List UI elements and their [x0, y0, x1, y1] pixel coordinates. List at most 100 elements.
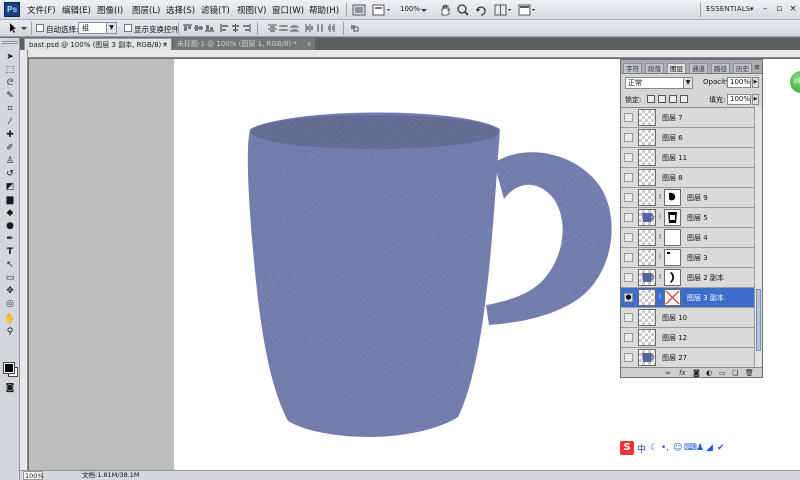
- menu-layer[interactable]: 图层(L): [132, 4, 160, 16]
- mask-link-icon[interactable]: ⁞: [659, 233, 661, 241]
- close-tab-icon[interactable]: ×: [306, 38, 312, 50]
- mask-link-icon[interactable]: ⁞: [659, 293, 661, 301]
- layer-mask-thumbnail[interactable]: [664, 249, 681, 266]
- crop-tool-icon[interactable]: ⌗: [3, 104, 17, 115]
- blend-mode-dropdown[interactable]: 正常 ▼: [625, 77, 693, 89]
- align-bottom-icon[interactable]: [205, 24, 214, 32]
- tab-history[interactable]: 历史: [733, 63, 752, 73]
- layer-row[interactable]: 图层 8: [621, 168, 754, 188]
- pen-tool-icon[interactable]: ✒: [3, 234, 17, 245]
- link-layers-icon[interactable]: ∞: [665, 369, 671, 377]
- healing-brush-tool-icon[interactable]: ✚: [3, 130, 17, 141]
- new-layer-icon[interactable]: ❏: [732, 369, 738, 377]
- layer-row[interactable]: ⁞ 图层 5: [621, 208, 754, 228]
- tab-channels[interactable]: 通道: [689, 63, 708, 73]
- lock-image-icon[interactable]: [658, 95, 666, 103]
- distribute-hcenter-icon[interactable]: [316, 24, 325, 32]
- distribute-vcenter-icon[interactable]: [279, 24, 288, 32]
- layer-row[interactable]: ⁞ 图层 2 副本: [621, 268, 754, 288]
- toolbox-grip[interactable]: [2, 41, 18, 44]
- restore-button[interactable]: ▫: [772, 3, 786, 16]
- adjustment-layer-icon[interactable]: ◐: [706, 369, 712, 377]
- layer-mask-thumbnail[interactable]: [664, 229, 681, 246]
- close-button[interactable]: ×: [786, 3, 800, 16]
- blur-tool-icon[interactable]: ◆: [3, 208, 17, 219]
- panel-menu-icon[interactable]: ≡: [754, 63, 760, 71]
- visibility-toggle-icon[interactable]: ●: [624, 293, 633, 302]
- auto-select-checkbox[interactable]: [36, 24, 44, 32]
- smiley-icon[interactable]: ☺: [673, 443, 682, 453]
- hand-icon[interactable]: [438, 3, 452, 17]
- document-size-info[interactable]: 文档:1.81M/38.1M: [82, 471, 140, 480]
- opacity-input[interactable]: 100%: [727, 77, 751, 88]
- eraser-tool-icon[interactable]: ◩: [3, 182, 17, 193]
- layer-mask-thumbnail[interactable]: [664, 289, 681, 306]
- ime-language-toggle[interactable]: 中: [637, 442, 646, 455]
- menu-select[interactable]: 选择(S): [166, 4, 195, 16]
- align-hcenter-icon[interactable]: [231, 24, 240, 32]
- layer-style-icon[interactable]: fx: [679, 369, 686, 377]
- marquee-tool-icon[interactable]: ⬚: [3, 65, 17, 76]
- foreground-color-swatch[interactable]: [3, 362, 15, 374]
- minimize-button[interactable]: –: [758, 3, 772, 16]
- tab-layers[interactable]: 图层: [667, 63, 686, 73]
- layer-row[interactable]: ● ⁞ 图层 3 副本: [621, 288, 754, 308]
- layer-mask-thumbnail[interactable]: [664, 269, 681, 286]
- layer-row[interactable]: 图层 11: [621, 148, 754, 168]
- quick-select-tool-icon[interactable]: ✎: [3, 91, 17, 102]
- scrollbar-thumb[interactable]: [756, 289, 761, 351]
- workspace-switcher[interactable]: ESSENTIALS: [706, 5, 750, 13]
- menu-edit[interactable]: 编辑(E): [62, 4, 91, 16]
- lock-all-icon[interactable]: [680, 95, 688, 103]
- moon-icon[interactable]: ☾: [650, 443, 658, 453]
- eyedropper-tool-icon[interactable]: ⁄: [3, 117, 17, 128]
- layer-row[interactable]: ⁞ 图层 3: [621, 248, 754, 268]
- visibility-toggle-icon[interactable]: [624, 173, 633, 182]
- tab-paragraph[interactable]: 段落: [645, 63, 664, 73]
- opacity-slider-icon[interactable]: ▶: [752, 77, 759, 88]
- layer-row[interactable]: 图层 27: [621, 348, 754, 367]
- distribute-left-icon[interactable]: [305, 24, 314, 32]
- visibility-toggle-icon[interactable]: [624, 153, 633, 162]
- 3d-rotate-tool-icon[interactable]: ✥: [3, 286, 17, 297]
- layer-row[interactable]: 图层 10: [621, 308, 754, 328]
- type-tool-icon[interactable]: T: [3, 247, 17, 258]
- visibility-toggle-icon[interactable]: [624, 313, 633, 322]
- zoom-dropdown-icon[interactable]: [420, 3, 428, 17]
- distribute-top-icon[interactable]: [268, 24, 277, 32]
- menu-filter[interactable]: 滤镜(T): [201, 4, 230, 16]
- align-left-icon[interactable]: [220, 24, 229, 32]
- preset-dropdown-icon[interactable]: [20, 22, 28, 34]
- visibility-toggle-icon[interactable]: [624, 133, 633, 142]
- layer-row[interactable]: ⁞ 图层 9: [621, 188, 754, 208]
- show-transform-checkbox[interactable]: [124, 24, 132, 32]
- close-tab-icon[interactable]: ×: [162, 39, 168, 50]
- auto-align-icon[interactable]: [350, 24, 359, 32]
- align-top-icon[interactable]: [183, 24, 192, 32]
- user-icon[interactable]: ♟: [696, 443, 704, 453]
- align-right-icon[interactable]: [242, 24, 251, 32]
- mask-link-icon[interactable]: ⁞: [659, 213, 661, 221]
- arrange-documents-icon[interactable]: [494, 3, 512, 17]
- menu-window[interactable]: 窗口(W): [272, 4, 304, 16]
- shape-tool-icon[interactable]: ▭: [3, 273, 17, 284]
- tab-document-active[interactable]: bast.psd @ 100% (图层 3 副本, RGB/8) * ×: [24, 38, 172, 50]
- history-brush-tool-icon[interactable]: ↺: [3, 169, 17, 180]
- screen-mode-icon[interactable]: [518, 3, 536, 17]
- wrench-icon[interactable]: ✔: [717, 443, 725, 453]
- distribute-right-icon[interactable]: [327, 24, 336, 32]
- brush-tool-icon[interactable]: ✐: [3, 143, 17, 154]
- zoom-tool-icon[interactable]: [456, 3, 470, 17]
- status-zoom-field[interactable]: 100%: [23, 471, 44, 480]
- move-tool-icon[interactable]: ➤: [3, 52, 17, 63]
- visibility-toggle-icon[interactable]: [624, 113, 633, 122]
- clone-stamp-tool-icon[interactable]: ♙: [3, 156, 17, 167]
- layer-row[interactable]: 图层 6: [621, 128, 754, 148]
- visibility-toggle-icon[interactable]: [624, 233, 633, 242]
- rotate-view-icon[interactable]: [474, 3, 488, 17]
- add-mask-icon[interactable]: ◙: [693, 369, 700, 377]
- lock-transparency-icon[interactable]: [647, 95, 655, 103]
- bridge-icon[interactable]: [352, 3, 366, 17]
- fill-input[interactable]: 100%: [727, 94, 751, 105]
- path-select-tool-icon[interactable]: ↖: [3, 260, 17, 271]
